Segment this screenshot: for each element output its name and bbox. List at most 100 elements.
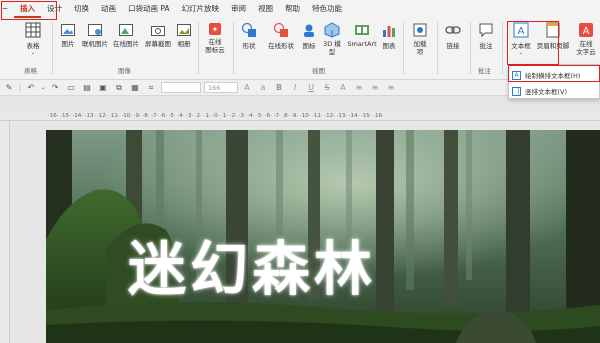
layout-icon[interactable]: ▤ (80, 82, 94, 94)
icons-button[interactable]: 图标 (300, 22, 318, 50)
online-picture-button[interactable]: 联机图片 (80, 24, 110, 48)
chevron-down-icon[interactable]: ⌄ (40, 82, 46, 94)
cube-3d-icon (324, 22, 340, 38)
menu-item-horizontal-textbox[interactable]: A 绘制横排文本框(H) (512, 68, 600, 82)
screenshot-label: 屏幕截图 (145, 40, 171, 48)
online-picture-label: 联机图片 (82, 40, 108, 48)
bring-forward-icon[interactable]: ⧉ (112, 82, 126, 94)
slide-icon[interactable]: ▣ (96, 82, 110, 94)
group-separator (470, 22, 471, 74)
menu-item-vertical-textbox[interactable]: ▕ 竖排文本框(V) (512, 84, 600, 98)
online-image-icon (119, 24, 133, 36)
group-label-comments: 批注 (478, 67, 491, 75)
table-label: 表格 (26, 42, 40, 50)
icon-cloud-icon: ✦ (209, 23, 221, 35)
crop-icon[interactable]: ⌗ (144, 82, 158, 94)
tab-slideshow[interactable]: 幻灯片放映 (176, 0, 226, 18)
tab-view[interactable]: 视图 (252, 0, 279, 18)
textbox-button[interactable]: A 文本框 ⌄ (508, 22, 534, 56)
pen-icon[interactable]: ✎ (2, 82, 16, 94)
vertical-textbox-icon: ▕ (512, 86, 521, 96)
album-icon (177, 24, 191, 36)
online-icon-cloud-label2: 图标云 (205, 46, 225, 54)
comment-button[interactable]: 批注 (474, 22, 498, 50)
bold-icon[interactable]: B (272, 82, 286, 94)
textbox-label: 文本框 (511, 42, 531, 50)
group-separator (403, 22, 404, 74)
font-size-combo[interactable]: 166 (204, 82, 238, 93)
slide-title-text[interactable]: 迷幻森林 (128, 222, 376, 306)
online-text-label2: 文字云 (576, 48, 596, 56)
shapes-icon (241, 22, 256, 37)
header-footer-button[interactable]: 页眉和页脚 (536, 22, 570, 50)
table-icon (25, 22, 41, 38)
online-picture2-button[interactable]: 在线图片 (110, 24, 142, 48)
chevron-down-icon: ⌄ (518, 50, 524, 56)
addins-icon (413, 23, 427, 37)
smartart-icon (355, 25, 369, 35)
redo-icon[interactable]: ↷ (48, 82, 62, 94)
undo-icon[interactable]: ↶ (24, 82, 38, 94)
ribbon-tab-bar: ~ 插入 设计 切换 动画 口袋动画 PA 幻灯片放映 审阅 视图 帮助 特色功… (0, 0, 600, 18)
ruler-ticks: ·16· ·15· ·14· ·13· ·12· ·11· ·10· ·9· ·… (48, 113, 384, 119)
picture-label: 图片 (61, 40, 75, 48)
font-color-icon[interactable]: A (336, 82, 350, 94)
smartart-label: SmartArt (347, 40, 377, 48)
svg-text:✦: ✦ (212, 25, 219, 34)
decrease-font-icon[interactable]: a (256, 82, 270, 94)
shapes-button[interactable]: 形状 (238, 22, 260, 50)
addins-label1: 加载 (413, 40, 427, 48)
tab-special-features[interactable]: 特色功能 (306, 0, 348, 18)
textbox-icon: A (513, 22, 529, 38)
addins-label2: 项 (416, 48, 424, 56)
table-button[interactable]: 表格 ⌄ (22, 22, 44, 56)
icons-icon (304, 24, 314, 37)
online-icon-cloud-button[interactable]: ✦ 在线 图标云 (202, 22, 228, 54)
vertical-ruler[interactable] (0, 121, 10, 343)
online-shapes-label: 在线形状 (268, 42, 294, 50)
svg-text:A: A (583, 26, 590, 37)
chart-button[interactable]: 图表 (380, 22, 398, 50)
align-left-icon[interactable]: ≡ (352, 82, 366, 94)
strikethrough-icon[interactable]: S (320, 82, 334, 94)
tab-animations[interactable]: 动画 (95, 0, 122, 18)
online-text-cloud-button[interactable]: A 在线 文字云 (572, 22, 600, 56)
tab-transitions[interactable]: 切换 (68, 0, 95, 18)
shapes-label: 形状 (242, 42, 256, 50)
addins-button[interactable]: 加载 项 (408, 22, 432, 56)
screenshot-button[interactable]: 屏幕截图 (143, 24, 173, 48)
grid-icon[interactable]: ▦ (128, 82, 142, 94)
tab-pocket-animation[interactable]: 口袋动画 PA (122, 0, 176, 18)
tab-review[interactable]: 审阅 (225, 0, 252, 18)
online-icon-cloud-label1: 在线 (208, 38, 222, 46)
comment-icon (479, 23, 493, 38)
online-picture2-label: 在线图片 (113, 40, 139, 48)
group-label-tables: 表格 (24, 67, 37, 75)
online-shapes-button[interactable]: 在线形状 (264, 22, 298, 50)
header-footer-icon (546, 22, 560, 38)
3d-model-button[interactable]: 3D 模 型 (320, 22, 344, 56)
album-button[interactable]: 相册 (174, 24, 194, 48)
tab-help[interactable]: 帮助 (279, 0, 306, 18)
horizontal-ruler[interactable]: ·16· ·15· ·14· ·13· ·12· ·11· ·10· ·9· ·… (0, 111, 600, 121)
format-painter-icon[interactable]: ▭ (64, 82, 78, 94)
tab-partial-left[interactable]: ~ (0, 0, 14, 18)
link-button[interactable]: 链接 (442, 22, 464, 50)
menu-item-horizontal-textbox-label: 绘制横排文本框(H) (525, 72, 581, 80)
picture-button[interactable]: 图片 (58, 24, 78, 48)
bar-chart-icon (383, 26, 395, 37)
smartart-button[interactable]: SmartArt (346, 22, 378, 48)
align-right-icon[interactable]: ≡ (384, 82, 398, 94)
slide-canvas[interactable]: 迷幻森林 (46, 130, 600, 343)
font-name-combo[interactable] (161, 82, 201, 93)
underline-icon[interactable]: U (304, 82, 318, 94)
tab-design[interactable]: 设计 (41, 0, 68, 18)
online-text-label1: 在线 (579, 40, 593, 48)
italic-icon[interactable]: I (288, 82, 302, 94)
tab-insert[interactable]: 插入 (14, 0, 41, 18)
album-label: 相册 (177, 40, 191, 48)
increase-font-icon[interactable]: A (240, 82, 254, 94)
align-center-icon[interactable]: ≡ (368, 82, 382, 94)
separator-icon: | (18, 83, 22, 92)
link-label: 链接 (446, 42, 460, 50)
